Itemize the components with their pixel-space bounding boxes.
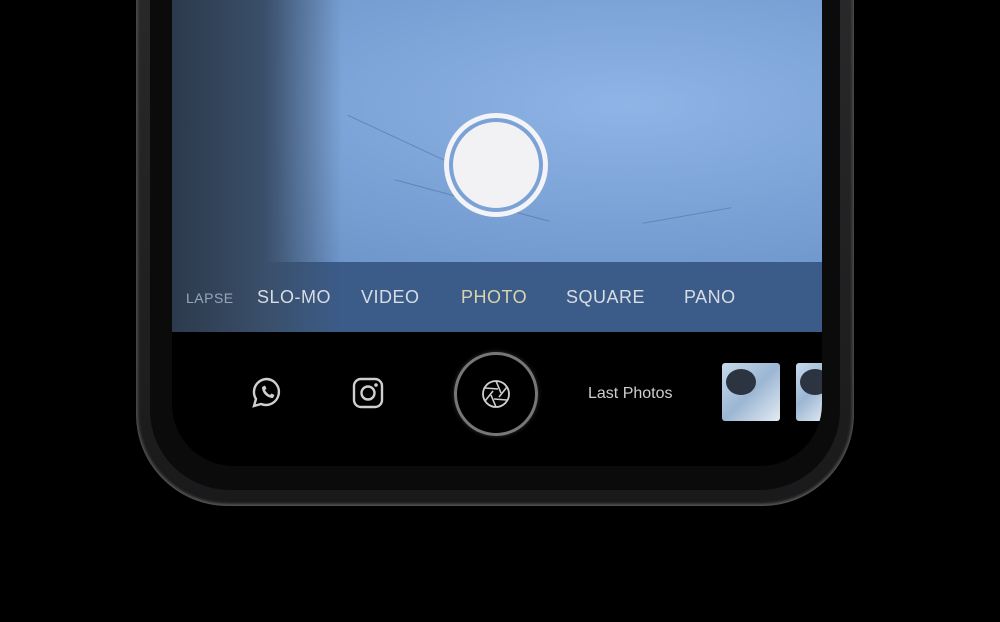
mode-video[interactable]: VIDEO — [361, 287, 420, 308]
mode-photo[interactable]: PHOTO — [461, 287, 527, 308]
aperture-icon — [482, 380, 510, 408]
instagram-icon[interactable] — [352, 377, 384, 409]
capture-button[interactable] — [454, 352, 538, 436]
last-photo-thumbnail[interactable] — [796, 363, 822, 421]
last-photo-thumbnail[interactable] — [722, 363, 780, 421]
shutter-button[interactable] — [444, 113, 548, 217]
whatsapp-icon[interactable] — [250, 376, 284, 410]
mode-square[interactable]: SQUARE — [566, 287, 645, 308]
mode-slo-mo[interactable]: SLO-MO — [257, 287, 331, 308]
preview-shadow — [172, 0, 342, 332]
camera-screen: LAPSE SLO-MO VIDEO PHOTO SQUARE PANO Las… — [172, 0, 822, 466]
mode-pano[interactable]: PANO — [684, 287, 736, 308]
mode-timelapse[interactable]: LAPSE — [186, 290, 234, 306]
last-photos-label: Last Photos — [588, 385, 673, 402]
bottom-bar: Last Photos — [172, 332, 822, 466]
